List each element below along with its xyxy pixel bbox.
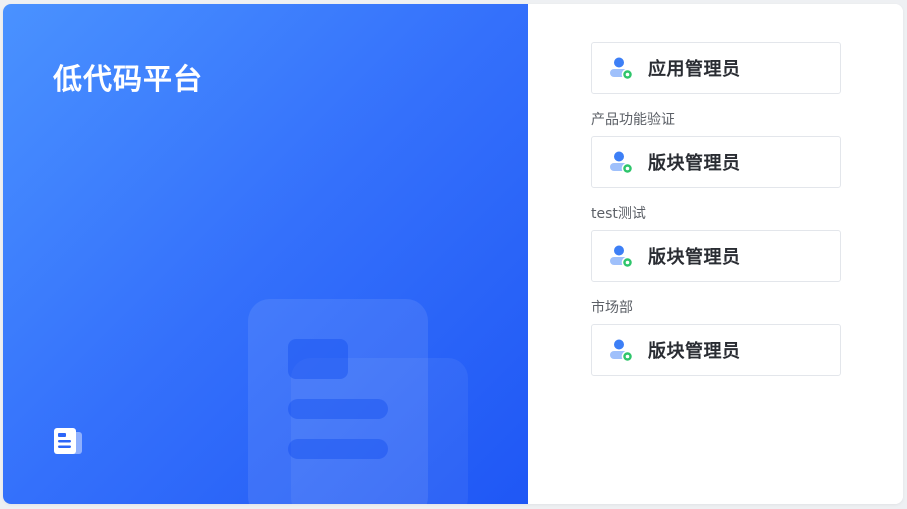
role-card-section-admin[interactable]: 版块管理员 [591, 324, 841, 376]
decorative-line [288, 399, 388, 419]
role-label: 版块管理员 [648, 247, 741, 268]
role-group: 产品功能验证 版块管理员 [591, 110, 841, 188]
app-window: 低代码平台 应用管理员 产品功能验证 版块管理员 test测试 版块管理员 市场… [3, 4, 903, 504]
group-label: test测试 [591, 206, 646, 222]
role-group: test测试 版块管理员 [591, 204, 841, 282]
user-admin-icon [610, 57, 634, 81]
group-label: 产品功能验证 [591, 112, 675, 128]
role-card-section-admin[interactable]: 版块管理员 [591, 230, 841, 282]
role-selection-panel: 应用管理员 产品功能验证 版块管理员 test测试 版块管理员 市场部 版块管理… [528, 4, 903, 504]
brand-panel: 低代码平台 [3, 4, 528, 504]
role-label: 版块管理员 [648, 341, 741, 362]
role-card-section-admin[interactable]: 版块管理员 [591, 136, 841, 188]
platform-title: 低代码平台 [53, 62, 204, 96]
user-admin-icon [610, 339, 634, 363]
role-group: 应用管理员 [591, 42, 841, 94]
role-card-app-admin[interactable]: 应用管理员 [591, 42, 841, 94]
role-list: 应用管理员 产品功能验证 版块管理员 test测试 版块管理员 市场部 版块管理… [591, 42, 841, 376]
decorative-document-illustration [248, 299, 428, 504]
role-label: 版块管理员 [648, 153, 741, 174]
group-label: 市场部 [591, 300, 633, 316]
document-icon [54, 428, 82, 454]
role-group: 市场部 版块管理员 [591, 298, 841, 376]
decorative-block [288, 339, 348, 379]
user-admin-icon [610, 245, 634, 269]
role-label: 应用管理员 [648, 59, 741, 80]
user-admin-icon [610, 151, 634, 175]
decorative-line [288, 439, 388, 459]
